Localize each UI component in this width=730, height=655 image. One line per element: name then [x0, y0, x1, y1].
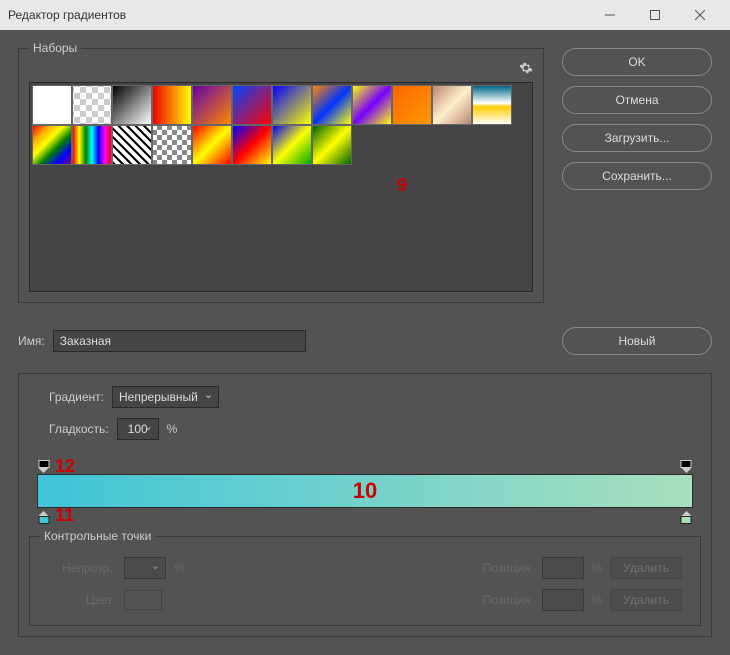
- preset-swatch[interactable]: [152, 125, 192, 165]
- dialog-content: Наборы: [0, 30, 730, 655]
- preset-swatch[interactable]: [192, 125, 232, 165]
- opacity-stop-left[interactable]: [38, 460, 49, 471]
- preset-swatch[interactable]: [152, 85, 192, 125]
- preset-swatch[interactable]: [112, 125, 152, 165]
- color-stops-track[interactable]: [37, 508, 693, 522]
- preset-swatch[interactable]: [312, 85, 352, 125]
- presets-grid[interactable]: [29, 82, 533, 292]
- preset-swatch[interactable]: [72, 125, 112, 165]
- stops-fieldset: Контрольные точки Непрозр.: % Позиция: %…: [29, 536, 701, 626]
- window-controls: [587, 0, 722, 30]
- opacity-label: Непрозр.:: [48, 561, 116, 575]
- delete-color-stop-button: Удалить: [610, 589, 682, 611]
- gradient-type-select[interactable]: Непрерывный: [112, 386, 219, 408]
- opacity-input: [124, 557, 166, 579]
- delete-opacity-stop-button: Удалить: [610, 557, 682, 579]
- opacity-position-input: [542, 557, 584, 579]
- color-position-input: [542, 589, 584, 611]
- preset-swatch[interactable]: [272, 125, 312, 165]
- maximize-button[interactable]: [632, 0, 677, 30]
- percent-label: %: [167, 422, 178, 436]
- presets-label: Наборы: [29, 41, 81, 55]
- new-button[interactable]: Новый: [562, 327, 712, 355]
- opacity-stop-right[interactable]: [681, 460, 692, 471]
- gradient-editor: 12 10 11: [37, 460, 693, 522]
- minimize-button[interactable]: [587, 0, 632, 30]
- name-input[interactable]: [53, 330, 307, 352]
- color-swatch: [124, 590, 162, 610]
- gradient-type-label: Градиент:: [49, 390, 104, 404]
- smoothness-input[interactable]: [117, 418, 159, 440]
- preset-swatch[interactable]: [312, 125, 352, 165]
- preset-swatch[interactable]: [192, 85, 232, 125]
- preset-swatch[interactable]: [72, 85, 112, 125]
- position-label: Позиция:: [483, 561, 534, 575]
- gradient-fieldset: Градиент: Непрерывный Гладкость: %: [18, 373, 712, 637]
- close-button[interactable]: [677, 0, 722, 30]
- annotation-10: 10: [353, 478, 377, 504]
- ok-button[interactable]: OK: [562, 48, 712, 76]
- preset-swatch[interactable]: [352, 85, 392, 125]
- gear-icon[interactable]: [519, 61, 533, 78]
- color-stop-right[interactable]: [681, 511, 692, 522]
- preset-swatch[interactable]: [432, 85, 472, 125]
- name-label: Имя:: [18, 334, 45, 348]
- preset-swatch[interactable]: [392, 85, 432, 125]
- stops-label: Контрольные точки: [40, 529, 155, 543]
- opacity-stops-track[interactable]: [37, 460, 693, 474]
- preset-swatch[interactable]: [32, 85, 72, 125]
- save-button[interactable]: Сохранить...: [562, 162, 712, 190]
- preset-swatch[interactable]: [32, 125, 72, 165]
- load-button[interactable]: Загрузить...: [562, 124, 712, 152]
- position-label: Позиция:: [483, 593, 534, 607]
- titlebar: Редактор градиентов: [0, 0, 730, 30]
- preset-swatch[interactable]: [112, 85, 152, 125]
- preset-swatch[interactable]: [472, 85, 512, 125]
- gradient-preview-bar[interactable]: 10: [37, 474, 693, 508]
- window-title: Редактор градиентов: [8, 8, 587, 22]
- preset-swatch[interactable]: [272, 85, 312, 125]
- cancel-button[interactable]: Отмена: [562, 86, 712, 114]
- color-label: Цвет:: [48, 593, 116, 607]
- color-stop-left[interactable]: [38, 511, 49, 522]
- presets-fieldset: Наборы: [18, 48, 544, 303]
- smoothness-label: Гладкость:: [49, 422, 109, 436]
- preset-swatch[interactable]: [232, 125, 272, 165]
- preset-swatch[interactable]: [232, 85, 272, 125]
